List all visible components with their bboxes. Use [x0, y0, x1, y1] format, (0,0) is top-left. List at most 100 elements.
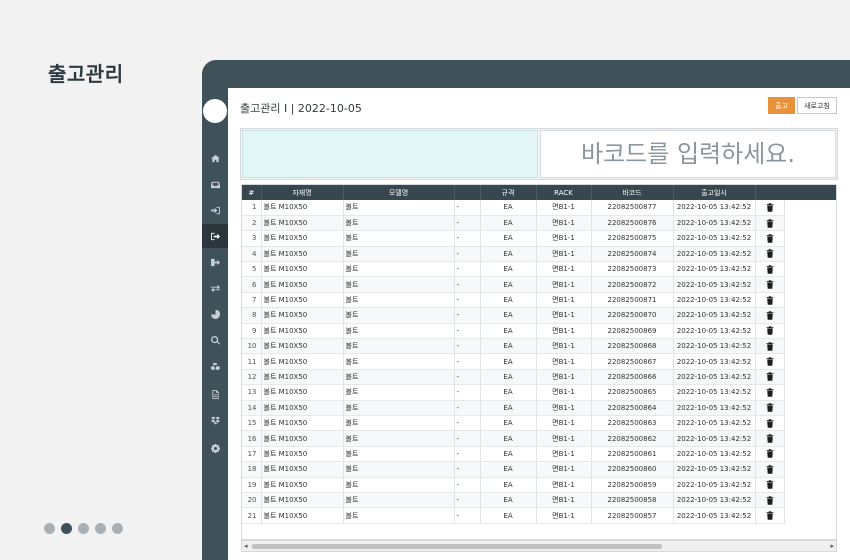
- delete-button[interactable]: [755, 492, 785, 509]
- table-row[interactable]: 5 볼트 M10X50 볼트 - EA 면B1-1 22082500873 2022-10-0…: [242, 261, 785, 278]
- delete-button[interactable]: [755, 215, 785, 232]
- delete-button[interactable]: [755, 230, 785, 247]
- model-name-cell: 볼트: [343, 261, 455, 278]
- table-row[interactable]: 8 볼트 M10X50 볼트 - EA 면B1-1 22082500870 2022-10-0…: [242, 307, 785, 324]
- column-header[interactable]: RACK: [536, 185, 592, 200]
- trash-icon: [766, 326, 773, 336]
- avatar[interactable]: [203, 99, 227, 123]
- row-number: 4: [242, 246, 262, 263]
- table-row[interactable]: 14 볼트 M10X50 볼트 - EA 면B1-1 22082500864 2022-10-…: [242, 400, 785, 416]
- sidebar-item-sign-in[interactable]: [202, 198, 228, 222]
- trash-icon: [766, 280, 773, 289]
- table-row[interactable]: 15 볼트 M10X50 볼트 - EA 면B1-1 22082500863 2022-10-…: [242, 415, 785, 432]
- carousel-dot[interactable]: [44, 523, 55, 534]
- row-number: 11: [242, 353, 262, 370]
- table-row[interactable]: 17 볼트 M10X50 볼트 - EA 면B1-1 22082500861 2022-10-…: [242, 446, 785, 463]
- barcode-input[interactable]: [540, 130, 836, 178]
- delete-button[interactable]: [755, 292, 785, 309]
- column-header[interactable]: #: [242, 185, 262, 200]
- column-header[interactable]: 규격: [480, 185, 537, 200]
- trash-icon: [766, 234, 773, 243]
- table-row[interactable]: 1 볼트 M10X50 볼트 - EA 면B1-1 22082500877 2022-10-0…: [242, 200, 785, 216]
- delete-button[interactable]: [755, 353, 785, 370]
- unit-cell: EA: [480, 307, 537, 324]
- delete-button[interactable]: [755, 430, 785, 447]
- scroll-right-icon[interactable]: ▸: [830, 542, 834, 550]
- scroll-left-icon[interactable]: ◂: [244, 542, 248, 550]
- spec-cell: -: [454, 338, 481, 355]
- delete-button[interactable]: [755, 369, 785, 386]
- column-header[interactable]: 모델명: [343, 185, 455, 200]
- column-header[interactable]: 자재명: [261, 185, 344, 200]
- trash-icon: [766, 388, 773, 397]
- horizontal-scrollbar[interactable]: ◂ ▸: [241, 540, 837, 552]
- delete-button[interactable]: [755, 200, 785, 216]
- table-row[interactable]: 3 볼트 M10X50 볼트 - EA 면B1-1 22082500875 2022-10-0…: [242, 230, 785, 247]
- sidebar-item-file[interactable]: [202, 382, 228, 406]
- scrollbar-thumb[interactable]: [252, 544, 662, 549]
- sidebar-item-dropbox[interactable]: [202, 408, 228, 432]
- table-row[interactable]: 7 볼트 M10X50 볼트 - EA 면B1-1 22082500871 2022-10-0…: [242, 292, 785, 309]
- table-row[interactable]: 18 볼트 M10X50 볼트 - EA 면B1-1 22082500860 2022-10-…: [242, 461, 785, 478]
- delete-button[interactable]: [755, 307, 785, 324]
- carousel-dot-active[interactable]: [61, 523, 72, 534]
- row-number: 17: [242, 446, 262, 463]
- material-name-cell: 볼트 M10X50: [261, 415, 344, 432]
- table-row[interactable]: 13 볼트 M10X50 볼트 - EA 면B1-1 22082500865 2022-10-…: [242, 384, 785, 401]
- table-row[interactable]: 10 볼트 M10X50 볼트 - EA 면B1-1 22082500868 2022-10-…: [242, 338, 785, 355]
- delete-button[interactable]: [755, 446, 785, 463]
- material-name-cell: 볼트 M10X50: [261, 261, 344, 278]
- material-name-cell: 볼트 M10X50: [261, 276, 344, 293]
- refresh-button[interactable]: 새로고침: [797, 97, 837, 114]
- table-row[interactable]: 12 볼트 M10X50 볼트 - EA 면B1-1 22082500866 2022-10-…: [242, 369, 785, 386]
- sidebar-item-sign-out[interactable]: [202, 224, 228, 248]
- sidebar-item-settings[interactable]: [202, 436, 228, 460]
- unit-cell: EA: [480, 369, 537, 386]
- table-row[interactable]: 19 볼트 M10X50 볼트 - EA 면B1-1 22082500859 2022-10-…: [242, 477, 785, 493]
- table-row[interactable]: 9 볼트 M10X50 볼트 - EA 면B1-1 22082500869 2022-10-0…: [242, 323, 785, 340]
- table-row[interactable]: 21 볼트 M10X50 볼트 - EA 면B1-1 22082500857 2022-10-…: [242, 507, 785, 524]
- sidebar-item-search[interactable]: [202, 328, 228, 352]
- sidebar-item-cubes[interactable]: [202, 354, 228, 378]
- out-button[interactable]: 출고: [768, 97, 795, 114]
- table-row[interactable]: 16 볼트 M10X50 볼트 - EA 면B1-1 22082500862 2022-10-…: [242, 430, 785, 447]
- table-row[interactable]: 20 볼트 M10X50 볼트 - EA 면B1-1 22082500858 2022-10-…: [242, 492, 785, 509]
- shipped-at-cell: 2022-10-05 13:42:52: [673, 276, 756, 293]
- delete-button[interactable]: [755, 276, 785, 293]
- sidebar-item-export[interactable]: [202, 250, 228, 274]
- column-header[interactable]: [454, 185, 481, 200]
- delete-button[interactable]: [755, 246, 785, 263]
- table-row[interactable]: 11 볼트 M10X50 볼트 - EA 면B1-1 22082500867 2022-10-…: [242, 353, 785, 370]
- delete-button[interactable]: [755, 323, 785, 340]
- shipped-at-cell: 2022-10-05 13:42:52: [673, 369, 756, 386]
- spec-cell: -: [454, 384, 481, 401]
- column-header[interactable]: 바코드: [591, 185, 674, 200]
- table-row[interactable]: 6 볼트 M10X50 볼트 - EA 면B1-1 22082500872 2022-10-0…: [242, 276, 785, 293]
- sidebar-item-pie-chart[interactable]: [202, 302, 228, 326]
- unit-cell: EA: [480, 261, 537, 278]
- barcode-cell: 22082500862: [591, 430, 674, 447]
- sidebar-item-home[interactable]: [202, 146, 228, 170]
- row-number: 21: [242, 507, 262, 524]
- trash-icon: [766, 218, 773, 228]
- delete-button[interactable]: [755, 338, 785, 355]
- sidebar-item-exchange[interactable]: [202, 276, 228, 300]
- delete-button[interactable]: [755, 415, 785, 432]
- column-header[interactable]: 출고일시: [673, 185, 756, 200]
- carousel-dot[interactable]: [78, 523, 89, 534]
- delete-button[interactable]: [755, 384, 785, 401]
- delete-button[interactable]: [755, 261, 785, 278]
- spec-cell: -: [454, 261, 481, 278]
- column-header[interactable]: [755, 185, 785, 200]
- delete-button[interactable]: [755, 507, 785, 524]
- delete-button[interactable]: [755, 400, 785, 416]
- carousel-dot[interactable]: [95, 523, 106, 534]
- delete-button[interactable]: [755, 477, 785, 493]
- table-row[interactable]: 2 볼트 M10X50 볼트 - EA 면B1-1 22082500876 2022-10-0…: [242, 215, 785, 232]
- sidebar-item-inbox[interactable]: [202, 172, 228, 196]
- delete-button[interactable]: [755, 461, 785, 478]
- trash-icon: [766, 357, 773, 366]
- export-icon: [210, 258, 220, 266]
- carousel-dot[interactable]: [112, 523, 123, 534]
- table-row[interactable]: 4 볼트 M10X50 볼트 - EA 면B1-1 22082500874 2022-10-0…: [242, 246, 785, 263]
